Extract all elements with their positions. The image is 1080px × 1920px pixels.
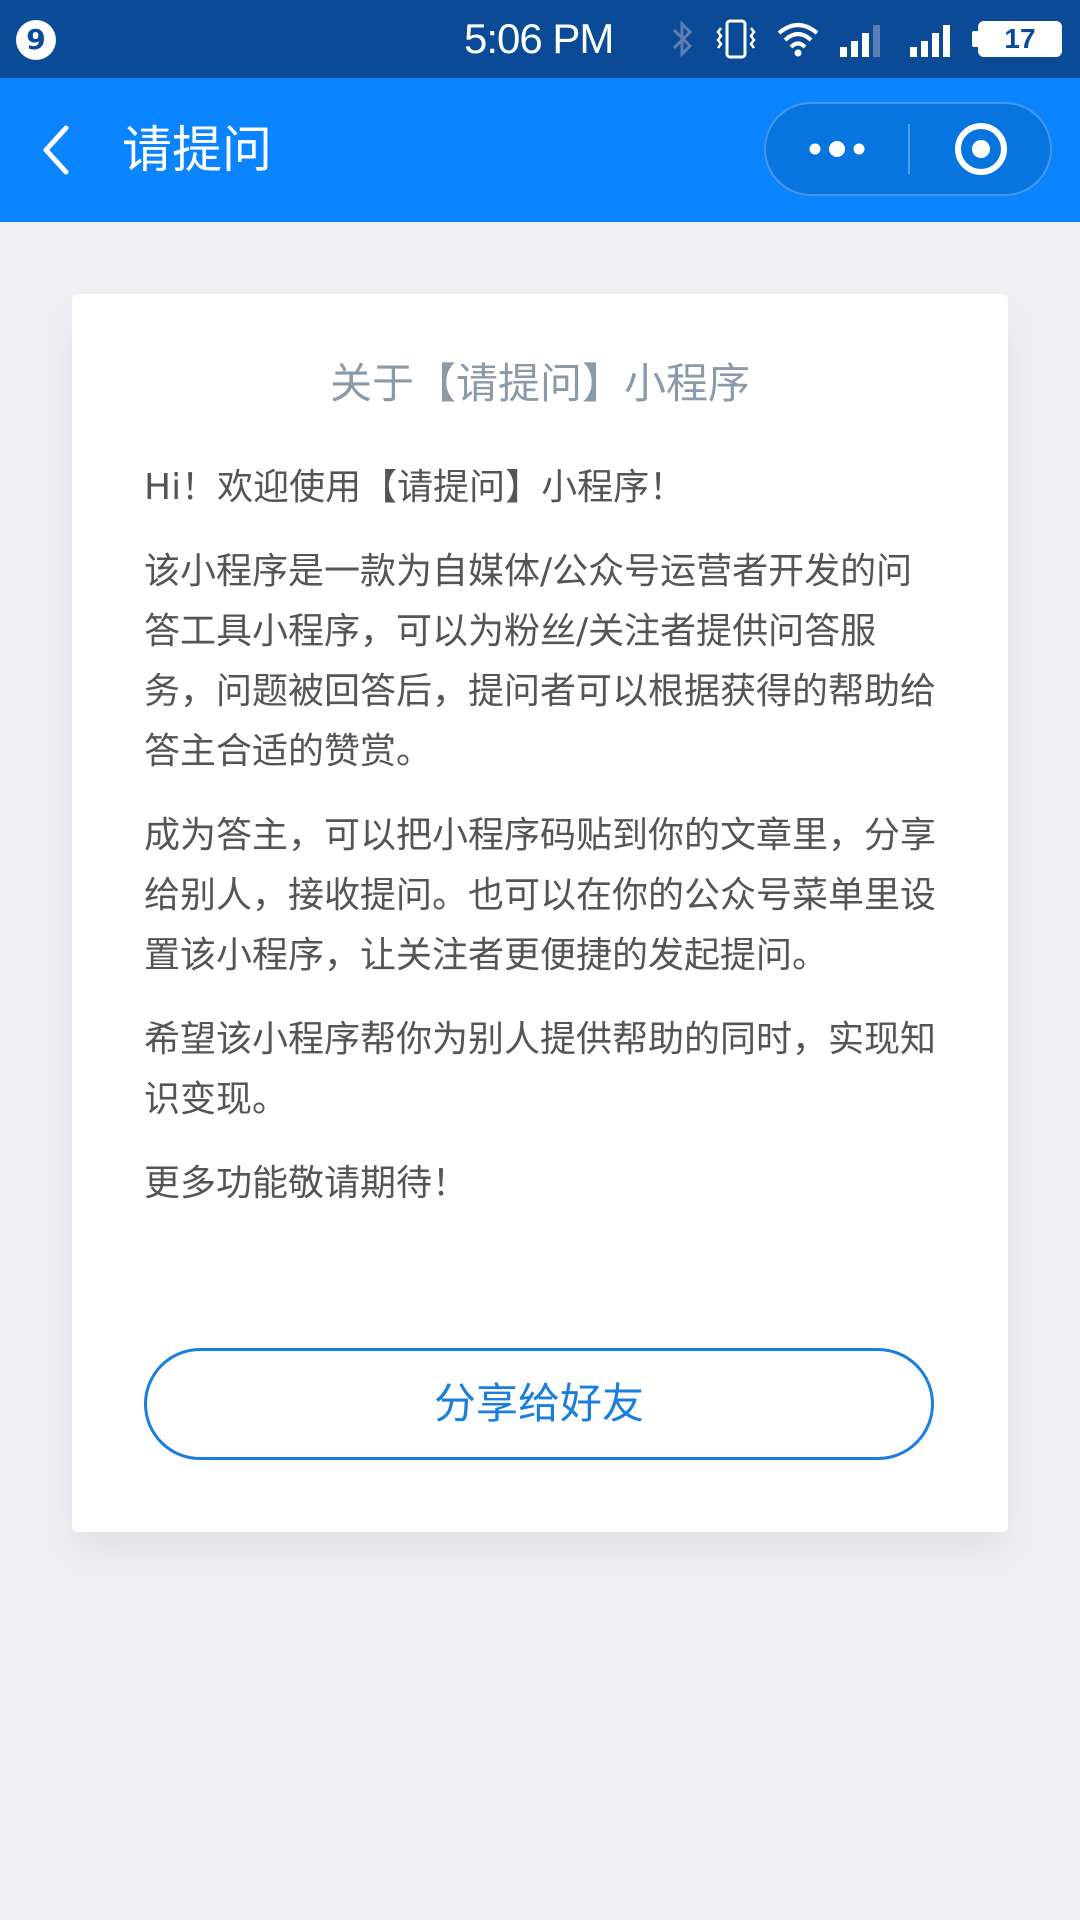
back-arrow-icon[interactable] <box>30 118 90 182</box>
signal-1-icon <box>910 25 950 57</box>
wifi-icon <box>777 23 819 57</box>
more-dots-icon[interactable] <box>766 104 908 194</box>
paragraph-hope: 希望该小程序帮你为别人提供帮助的同时，实现知识变现。 <box>144 1019 937 1120</box>
notification-badge: 9 <box>16 20 56 60</box>
paragraph-intro: 该小程序是一款为自媒体/公众号运营者开发的问答工具小程序，可以为粉丝/关注者提供… <box>144 551 937 772</box>
about-card: 关于【请提问】小程序 Hi！欢迎使用【请提问】小程序！ 该小程序是一款为自媒体/… <box>72 294 1008 1532</box>
mini-program-capsule <box>764 102 1052 196</box>
share-to-friends-button[interactable]: 分享给好友 <box>144 1348 934 1460</box>
paragraph-greeting: Hi！欢迎使用【请提问】小程序！ <box>144 467 686 508</box>
status-bar: 9 5:06 PM 17 <box>0 0 1080 78</box>
close-target-icon[interactable] <box>910 104 1052 194</box>
nav-bar: 请提问 <box>0 78 1080 222</box>
page-title: 请提问 <box>122 121 272 179</box>
vibrate-icon <box>716 19 756 59</box>
paragraph-answerer: 成为答主，可以把小程序码贴到你的文章里，分享给别人，接收提问。也可以在你的公众号… <box>144 815 937 976</box>
status-clock: 5:06 PM <box>464 15 614 62</box>
signal-2-icon <box>840 25 880 57</box>
bluetooth-icon <box>672 20 693 58</box>
card-title: 关于【请提问】小程序 <box>329 359 750 408</box>
battery-icon: 17 <box>972 21 1062 57</box>
card-body: Hi！欢迎使用【请提问】小程序！ 该小程序是一款为自媒体/公众号运营者开发的问答… <box>144 458 944 1238</box>
paragraph-more: 更多功能敬请期待！ <box>144 1163 469 1204</box>
status-icons: 17 <box>670 16 1062 62</box>
